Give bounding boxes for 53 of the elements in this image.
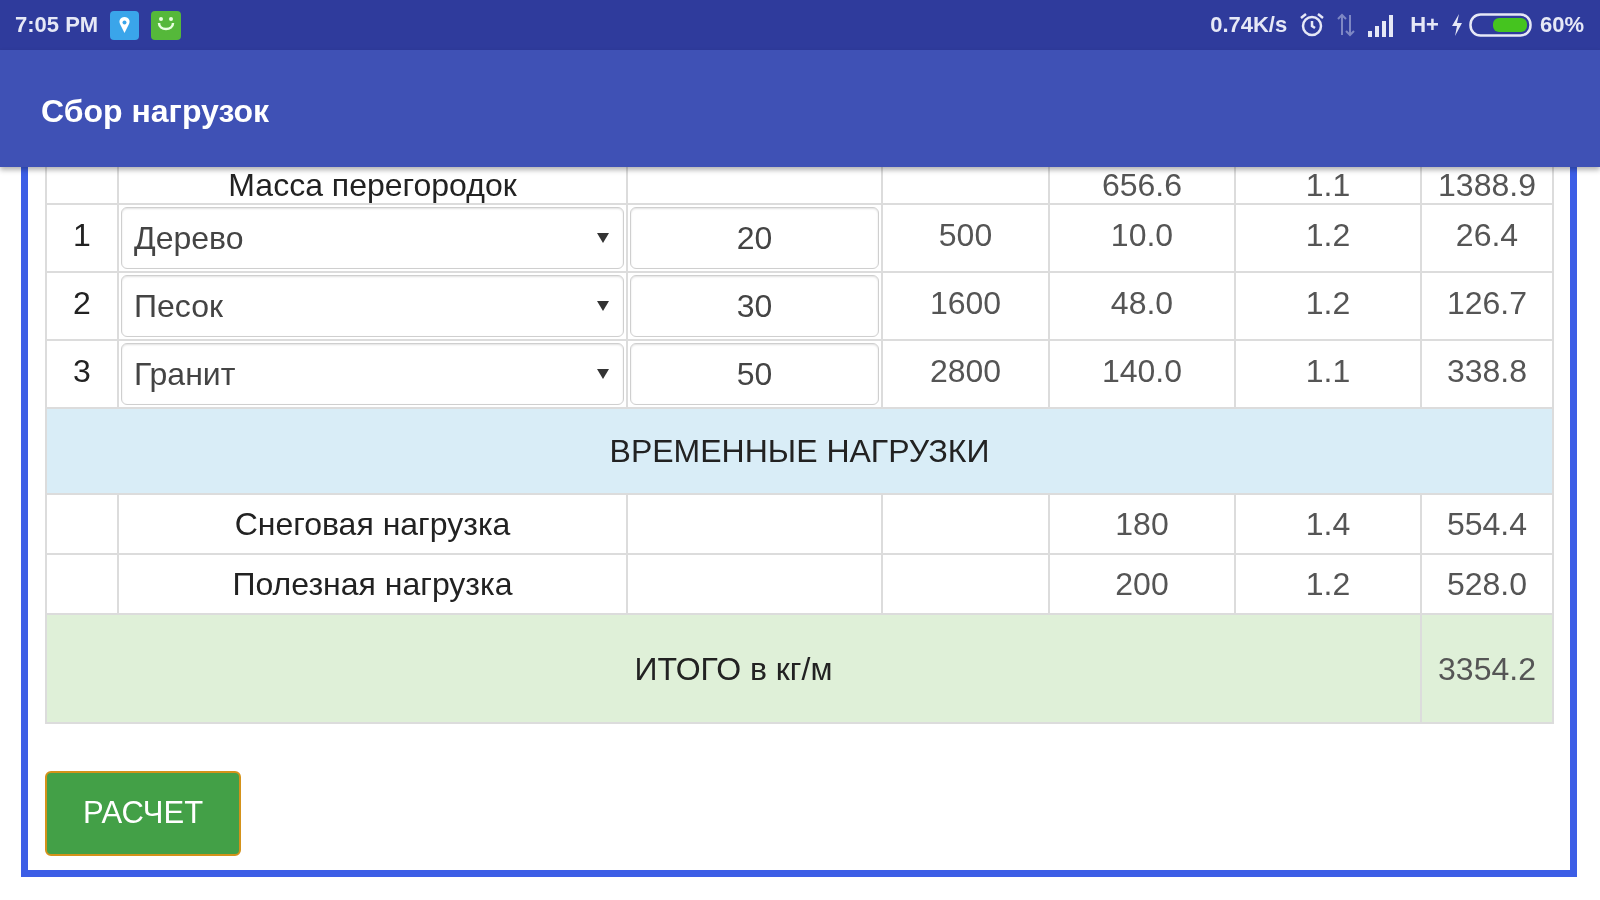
table-cell-text: 500: [938, 216, 993, 255]
row-label: Масса перегородок: [228, 167, 517, 203]
network-speed: 0.74K/s: [1210, 14, 1288, 36]
table-cell: 656.6: [1101, 167, 1183, 203]
input-field[interactable]: 50: [630, 343, 879, 405]
alarm-clock-icon: [1299, 12, 1326, 38]
charging-bolt-icon: [1450, 14, 1463, 36]
material-select[interactable]: Гранит: [121, 343, 624, 405]
table-cell-text: 528.0: [1446, 565, 1528, 604]
table-cell-text: 1.4: [1305, 505, 1351, 544]
app-title: Сбор нагрузок: [41, 91, 270, 131]
table-cell-text: 126.7: [1446, 284, 1528, 323]
input-field[interactable]: 20: [630, 207, 879, 269]
table-cell: 1388.9: [1438, 167, 1536, 203]
row-label: Снеговая нагрузка: [234, 505, 511, 544]
table-cell-text: 10.0: [1110, 216, 1174, 255]
table-cell-text: 26.4: [1455, 216, 1519, 255]
status-time: 7:05 PM: [15, 14, 99, 36]
table-cell: [47, 555, 117, 613]
network-type: H+: [1410, 14, 1439, 36]
row-number: 2: [73, 284, 91, 323]
data-arrows-icon: [1337, 13, 1356, 37]
table-cell: 1.1: [1305, 167, 1351, 203]
table-cell-text: 554.4: [1446, 505, 1528, 544]
input-field[interactable]: 30: [630, 275, 879, 337]
table-cell-text: 1.1: [1305, 352, 1351, 391]
table-cell-text: 1.2: [1305, 284, 1351, 323]
caret-icon: [597, 301, 609, 311]
table-cell: [47, 495, 117, 553]
table-cell-text: 1.2: [1305, 565, 1351, 604]
total-label: ИТОГО в кг/м: [634, 649, 833, 689]
section-header: ВРЕМЕННЫЕ НАГРУЗКИ: [609, 432, 990, 471]
table-cell-text: 140.0: [1101, 352, 1183, 391]
table-cell: [47, 167, 117, 203]
table-cell-text: 48.0: [1110, 284, 1174, 323]
table-cell-text: 180: [1115, 505, 1169, 544]
total-value: 3354.2: [1438, 649, 1536, 689]
caret-icon: [597, 233, 609, 243]
row-number: 1: [73, 216, 91, 255]
battery-icon: [1468, 13, 1532, 37]
table-cell-text: 1600: [929, 284, 1002, 323]
material-select[interactable]: Дерево: [121, 207, 624, 269]
pin-app-icon: [110, 10, 140, 40]
table-cell-text: 200: [1115, 565, 1169, 604]
battery-percent: 60%: [1539, 14, 1584, 36]
caret-icon: [597, 369, 609, 379]
material-select[interactable]: Песок: [121, 275, 624, 337]
smiley-app-icon: [151, 10, 182, 40]
table-cell-text: 1.2: [1305, 216, 1351, 255]
table-cell-text: 338.8: [1446, 352, 1528, 391]
row-label: Полезная нагрузка: [232, 565, 513, 604]
table-cell-text: 2800: [929, 352, 1002, 391]
row-number: 3: [73, 352, 91, 391]
